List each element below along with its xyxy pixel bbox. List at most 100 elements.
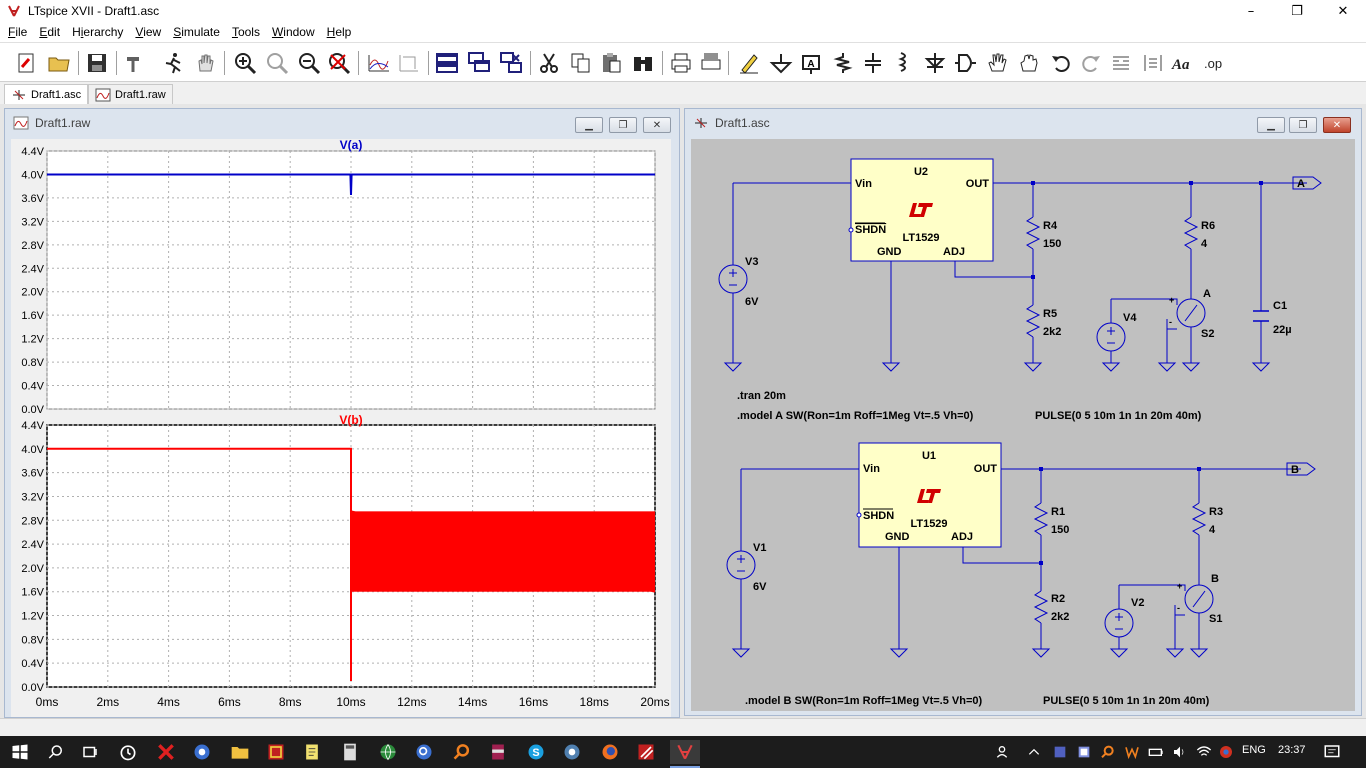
- save-icon[interactable]: [84, 50, 110, 76]
- top-adj-wire[interactable]: [954, 261, 1033, 278]
- move-hand-icon[interactable]: [984, 50, 1010, 76]
- find-binoculars-icon[interactable]: [630, 50, 656, 76]
- alarm-clock-icon[interactable]: [116, 740, 140, 764]
- battery-icon[interactable]: [1144, 740, 1168, 764]
- close-windows-icon[interactable]: [498, 50, 524, 76]
- windows-start-icon[interactable]: [8, 740, 32, 764]
- firefox-icon[interactable]: [598, 740, 622, 764]
- cut-icon[interactable]: [536, 50, 562, 76]
- new-schematic-icon[interactable]: [14, 50, 40, 76]
- calculator-icon[interactable]: [338, 740, 362, 764]
- skype-icon[interactable]: S: [524, 740, 548, 764]
- autorange-icon[interactable]: [366, 50, 392, 76]
- bottom-directive-model[interactable]: .model B SW(Ron=1m Roff=1Meg Vt=.5 Vh=0): [745, 695, 982, 707]
- ltspice-taskbar-icon[interactable]: [670, 740, 700, 764]
- top-ic-u2[interactable]: U2 Vin OUT SHDN GND ADJ LT1529: [848, 158, 994, 262]
- chevron-up-icon[interactable]: [1022, 740, 1046, 764]
- resistor-icon[interactable]: [830, 50, 856, 76]
- menu-view[interactable]: View: [129, 25, 167, 39]
- top-ctrl-v4[interactable]: V4: [1096, 312, 1137, 352]
- tray-search-icon[interactable]: [1096, 740, 1120, 764]
- close-button[interactable]: ✕: [1320, 0, 1366, 22]
- vpn-globe-icon[interactable]: [560, 740, 584, 764]
- bottom-pulse-value[interactable]: PULSE(0 5 10m 1n 1n 20m 40m): [1043, 695, 1210, 707]
- schematic-restore-button[interactable]: ❐: [1289, 117, 1317, 133]
- bottom-ic-u1[interactable]: U1 Vin OUT SHDN GND ADJ LT1529: [856, 442, 1002, 548]
- top-directive-model[interactable]: .model A SW(Ron=1m Roff=1Meg Vt=.5 Vh=0): [737, 410, 974, 422]
- waveform-restore-button[interactable]: ❐: [609, 117, 637, 133]
- waveform-minimize-button[interactable]: ▁: [575, 117, 603, 133]
- top-r4[interactable]: R4 150: [1025, 216, 1061, 250]
- action-center-icon[interactable]: [1320, 740, 1344, 764]
- label-net-icon[interactable]: A: [798, 50, 824, 76]
- top-r5[interactable]: R5 2k2: [1025, 304, 1061, 338]
- app-red-grid-icon[interactable]: [264, 740, 288, 764]
- bottom-vsrc-v1[interactable]: V1 6V: [726, 542, 767, 593]
- control-panel-hammer-icon[interactable]: [122, 50, 148, 76]
- print-icon[interactable]: [668, 50, 694, 76]
- chrome-tray-icon[interactable]: [1214, 740, 1238, 764]
- bottom-r2[interactable]: R2 2k2: [1033, 590, 1069, 624]
- maximize-button[interactable]: ❐: [1274, 0, 1320, 22]
- redo-icon[interactable]: [1078, 50, 1104, 76]
- bottom-switch-s1[interactable]: + - B S1: [1177, 573, 1222, 625]
- inductor-icon[interactable]: [890, 50, 916, 76]
- winrar-icon[interactable]: [486, 740, 510, 764]
- wifi-icon[interactable]: [1192, 740, 1216, 764]
- spice-directive-icon[interactable]: .op: [1202, 50, 1228, 76]
- bottom-ctrl-v2[interactable]: V2: [1104, 597, 1144, 638]
- zoom-out-icon[interactable]: [296, 50, 322, 76]
- bottom-r3[interactable]: R3 4: [1191, 502, 1223, 536]
- cursor-icon[interactable]: [396, 50, 422, 76]
- people-icon[interactable]: [992, 740, 1016, 764]
- tray-w-icon[interactable]: [1120, 740, 1144, 764]
- schematic-minimize-button[interactable]: ▁: [1257, 117, 1285, 133]
- search-icon[interactable]: [44, 740, 68, 764]
- tile-horizontally-icon[interactable]: [434, 50, 460, 76]
- tray-app-icon[interactable]: [1048, 740, 1072, 764]
- volume-icon[interactable]: [1168, 740, 1192, 764]
- schematic-close-button[interactable]: ✕: [1323, 117, 1351, 133]
- bottom-adj-wire[interactable]: [962, 547, 1041, 564]
- open-folder-icon[interactable]: [46, 50, 72, 76]
- top-switch-s2[interactable]: + - A S2: [1169, 288, 1214, 340]
- tray-display-icon[interactable]: [1072, 740, 1096, 764]
- waveform-plot-area[interactable]: 4.4V 4.0V 3.6V 3.2V 2.8V 2.4V 2.0V 1.6V 1.2V 0.8V…: [11, 138, 671, 717]
- text-icon[interactable]: Aa: [1170, 50, 1196, 76]
- top-pulse-value[interactable]: PULSE(0 5 10m 1n 1n 20m 40m): [1035, 410, 1202, 422]
- pan-icon[interactable]: [264, 50, 290, 76]
- file-explorer-icon[interactable]: [228, 740, 252, 764]
- component-icon[interactable]: [952, 50, 978, 76]
- cascade-icon[interactable]: [466, 50, 492, 76]
- menu-help[interactable]: Help: [321, 25, 358, 39]
- ground-icon[interactable]: [768, 50, 794, 76]
- copy-icon[interactable]: [568, 50, 594, 76]
- minimize-button[interactable]: –: [1228, 0, 1274, 22]
- print-setup-icon[interactable]: [698, 50, 724, 76]
- bottom-pane-trace-label[interactable]: V(b): [339, 413, 362, 427]
- search-app-icon[interactable]: [412, 740, 436, 764]
- schematic-canvas[interactable]: U2 Vin OUT SHDN GND ADJ LT1529 V3 6V R4 …: [691, 139, 1355, 711]
- capacitor-icon[interactable]: [860, 50, 886, 76]
- run-simulation-icon[interactable]: [160, 50, 186, 76]
- halt-hand-icon[interactable]: [192, 50, 218, 76]
- top-pane-trace-label[interactable]: V(a): [340, 138, 363, 152]
- drag-hand-icon[interactable]: [1016, 50, 1042, 76]
- top-r6[interactable]: R6 4: [1183, 216, 1215, 250]
- tab-draft1-asc[interactable]: Draft1.asc: [4, 84, 89, 104]
- top-directive-tran[interactable]: .tran 20m: [737, 390, 786, 402]
- menu-tools[interactable]: Tools: [226, 25, 266, 39]
- menu-simulate[interactable]: Simulate: [167, 25, 226, 39]
- bottom-r1[interactable]: R1 150: [1033, 502, 1069, 536]
- zoom-in-icon[interactable]: [232, 50, 258, 76]
- orange-search-icon[interactable]: [450, 740, 474, 764]
- menu-window[interactable]: Window: [266, 25, 321, 39]
- menu-file[interactable]: File: [2, 25, 33, 39]
- paste-icon[interactable]: [598, 50, 624, 76]
- top-vsrc-v3[interactable]: V3 6V: [718, 256, 759, 308]
- schematic-svg[interactable]: U2 Vin OUT SHDN GND ADJ LT1529 V3 6V R4 …: [691, 139, 1355, 711]
- tab-draft1-raw[interactable]: Draft1.raw: [88, 84, 173, 104]
- task-view-icon[interactable]: [78, 740, 102, 764]
- undo-icon[interactable]: [1048, 50, 1074, 76]
- mirror-icon[interactable]: [1140, 50, 1166, 76]
